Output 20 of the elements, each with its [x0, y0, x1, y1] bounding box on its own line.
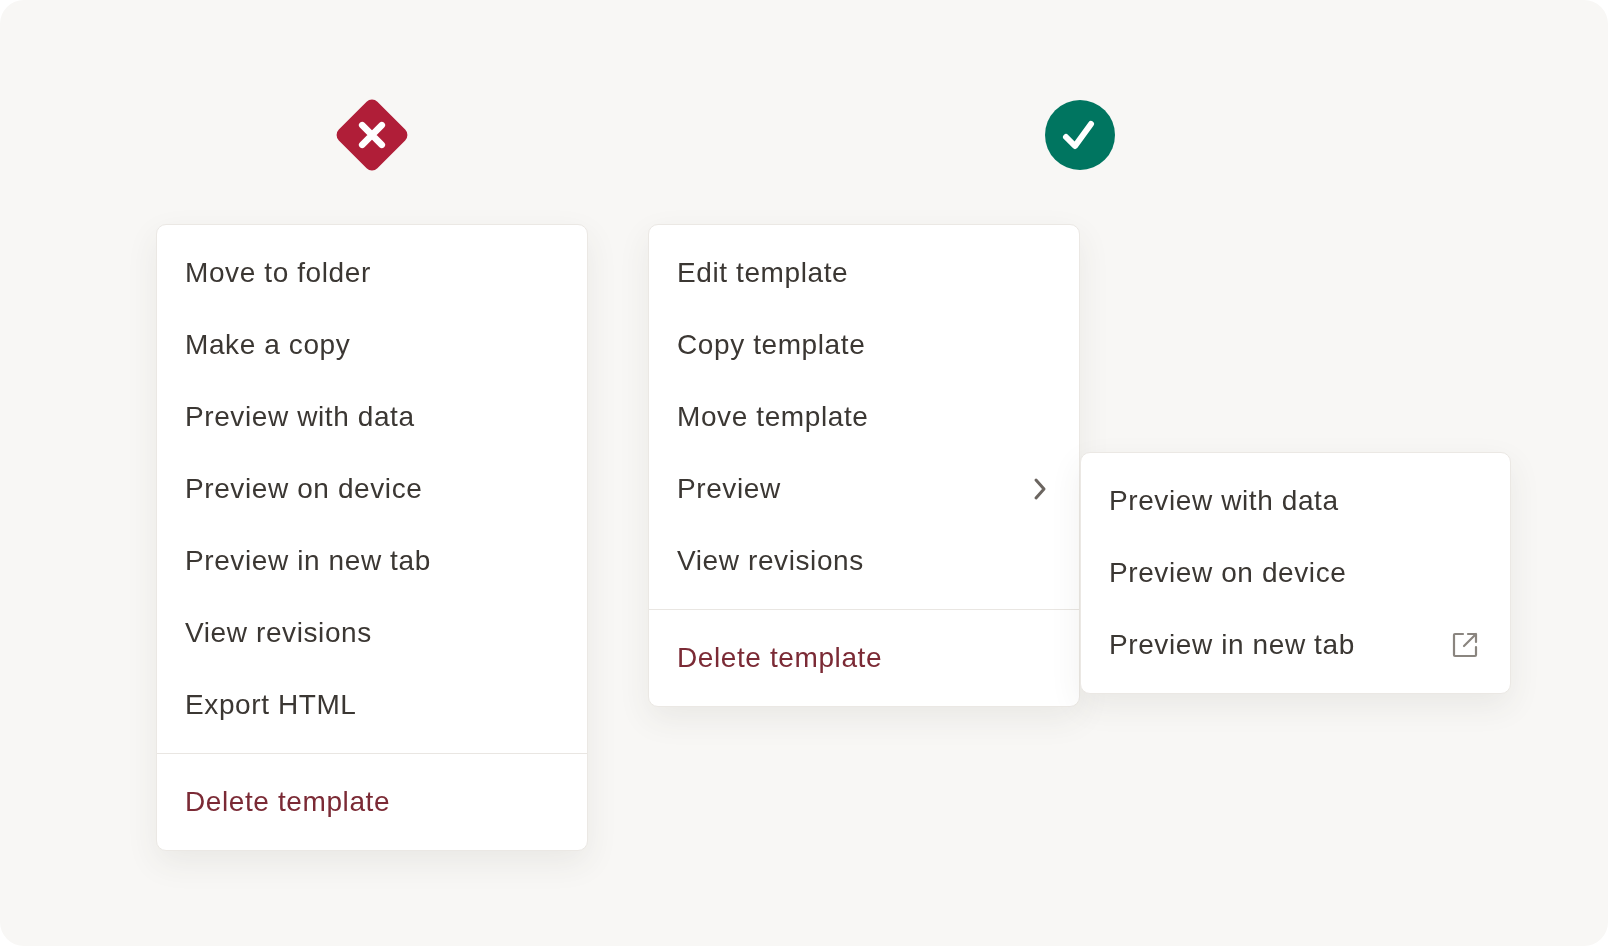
- success-check-icon: [1044, 100, 1115, 170]
- menu-item[interactable]: Copy template: [649, 309, 1079, 381]
- menu-item[interactable]: Preview on device: [1081, 537, 1510, 609]
- menu-item[interactable]: Preview with data: [1081, 465, 1510, 537]
- menu-item[interactable]: Preview in new tab: [157, 525, 587, 597]
- menu-item[interactable]: Move template: [649, 381, 1079, 453]
- menu-item[interactable]: Delete template: [649, 622, 1079, 694]
- menu-item[interactable]: Preview: [649, 453, 1079, 525]
- menu-item[interactable]: Preview in new tab: [1081, 609, 1510, 681]
- chevron-right-icon: [1033, 477, 1047, 501]
- external-link-icon: [1452, 632, 1478, 658]
- menu-item[interactable]: Move to folder: [157, 237, 587, 309]
- menu-item[interactable]: Preview with data: [157, 381, 587, 453]
- menu-item[interactable]: Export HTML: [157, 669, 587, 741]
- menu-item[interactable]: Make a copy: [157, 309, 587, 381]
- menu-item[interactable]: View revisions: [157, 597, 587, 669]
- menu-item[interactable]: Delete template: [157, 766, 587, 838]
- menu-item[interactable]: View revisions: [649, 525, 1079, 597]
- menu-item[interactable]: Preview on device: [157, 453, 587, 525]
- menu-item[interactable]: Edit template: [649, 237, 1079, 309]
